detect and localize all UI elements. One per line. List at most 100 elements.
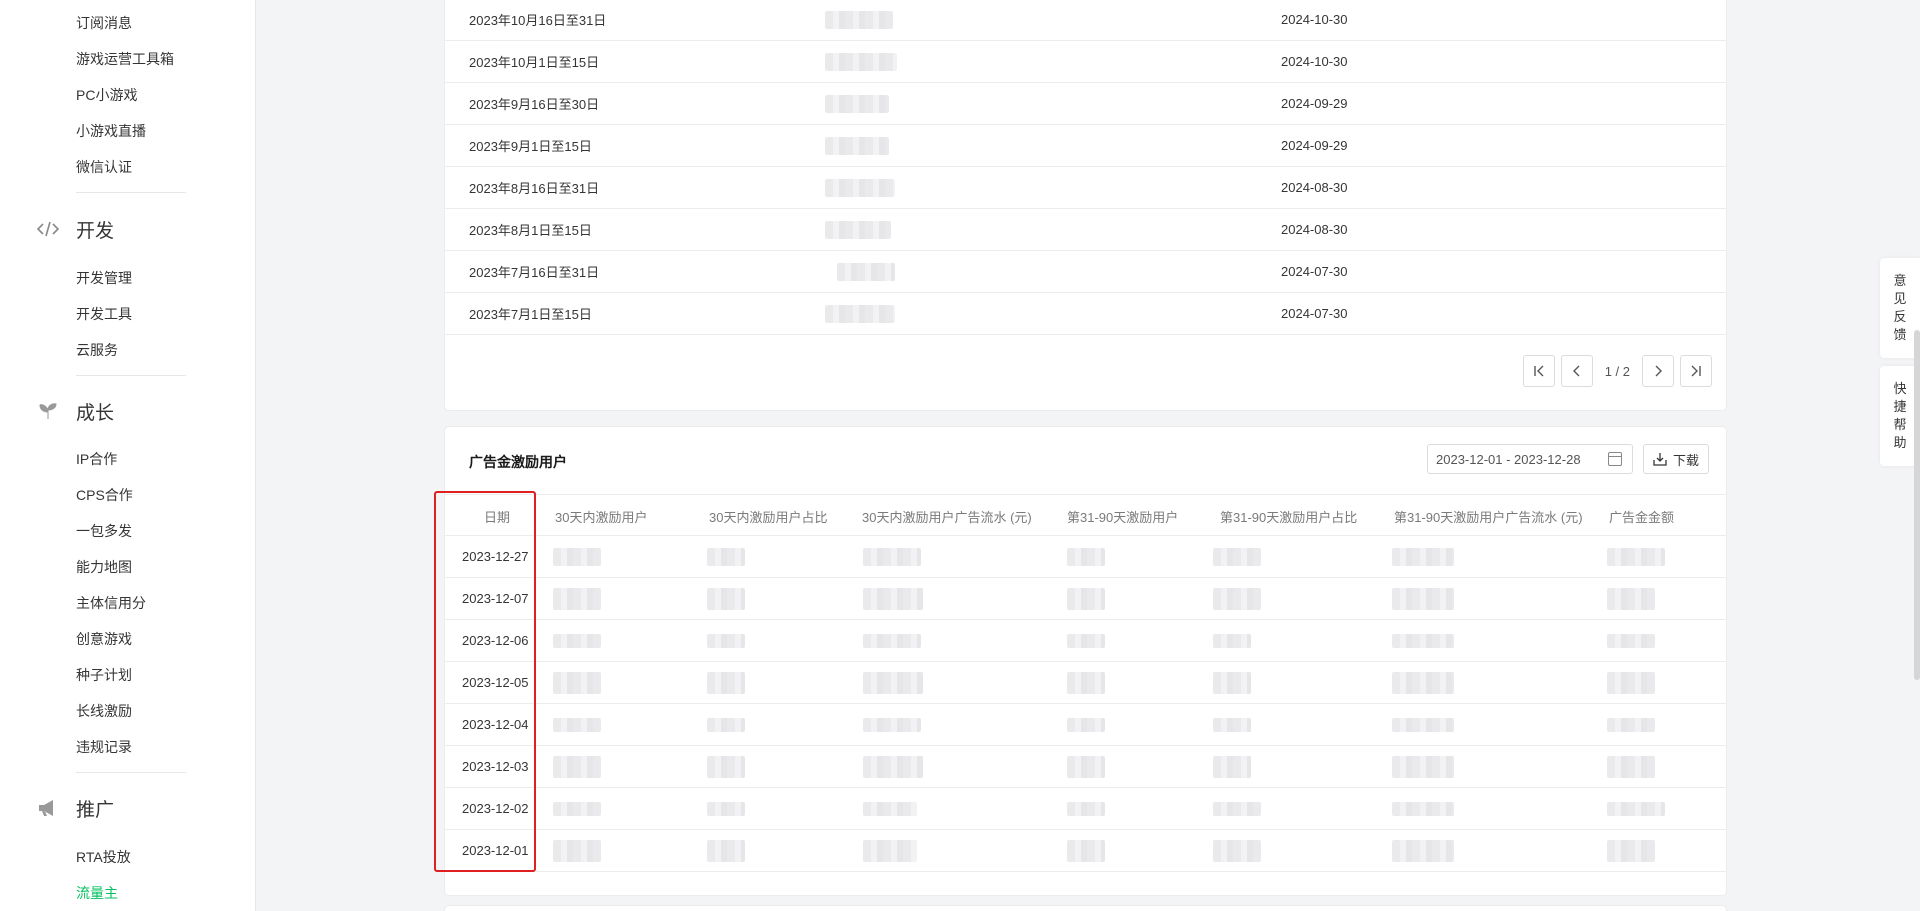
table-row: 2023年8月1日至15日 2024-08-30 — [445, 209, 1726, 251]
date-cell: 2024-09-29 — [1281, 138, 1348, 153]
table-header: 日期 30天内激励用户 30天内激励用户占比 30天内激励用户广告流水 (元) … — [445, 494, 1726, 536]
redacted-cell — [553, 802, 601, 816]
redacted-cell — [825, 10, 893, 29]
scrollbar[interactable] — [1914, 330, 1920, 680]
pagination: 1 / 2 — [1522, 355, 1712, 387]
redacted-cell — [1067, 802, 1105, 816]
redacted-cell — [1392, 802, 1454, 816]
redacted-cell — [707, 548, 745, 566]
redacted-cell — [1392, 672, 1454, 694]
redacted-cell — [863, 548, 921, 566]
redacted-cell — [1392, 634, 1454, 648]
sidebar-item-ip[interactable]: IP合作 — [76, 449, 117, 469]
sidebar-item-traffic-owner[interactable]: 流量主 — [76, 883, 118, 903]
redacted-cell — [1392, 588, 1454, 610]
redacted-cell — [863, 588, 923, 610]
sidebar-item-minigame-live[interactable]: 小游戏直播 — [76, 121, 146, 141]
download-button[interactable]: 下载 — [1643, 444, 1709, 474]
prev-page-button[interactable] — [1560, 355, 1593, 387]
redacted-cell — [707, 802, 745, 816]
nav-group-label: 成长 — [76, 402, 115, 424]
redacted-cell — [1213, 672, 1251, 694]
first-page-icon — [1534, 365, 1544, 377]
redacted-cell — [1607, 756, 1655, 778]
redacted-cell — [825, 136, 889, 155]
period-cell: 2023年8月16日至31日 — [469, 181, 600, 196]
nav-group-dev[interactable]: 开发 — [36, 215, 114, 243]
sidebar-item-dev-tools[interactable]: 开发工具 — [76, 304, 132, 324]
redacted-cell — [1607, 840, 1655, 862]
megaphone-icon — [36, 796, 60, 820]
redacted-cell — [1607, 718, 1655, 732]
date-cell: 2023-12-05 — [462, 675, 529, 690]
feedback-char: 见 — [1893, 291, 1907, 306]
sidebar: 订阅消息 游戏运营工具箱 PC小游戏 小游戏直播 微信认证 开发 开发管理 开发… — [0, 0, 256, 911]
table-row: 2023年9月1日至15日 2024-09-29 — [445, 125, 1726, 167]
first-page-button[interactable] — [1522, 355, 1555, 387]
col-30d-revenue: 30天内激励用户广告流水 (元) — [862, 510, 1032, 525]
redacted-cell — [1392, 548, 1454, 566]
incentive-card: 广告金激励用户 2023-12-01 - 2023-12-28 下载 日期 30… — [445, 427, 1726, 895]
date-cell: 2023-12-27 — [462, 549, 529, 564]
next-page-button[interactable] — [1642, 355, 1674, 387]
redacted-cell — [1607, 634, 1655, 648]
sidebar-item-pc-minigame[interactable]: PC小游戏 — [76, 85, 137, 105]
table-row: 2023年7月1日至15日 2024-07-30 — [445, 293, 1726, 335]
sidebar-item-credit-score[interactable]: 主体信用分 — [76, 593, 146, 613]
divider — [76, 192, 186, 193]
sidebar-item-long-incentive[interactable]: 长线激励 — [76, 701, 132, 721]
redacted-cell — [863, 756, 923, 778]
sidebar-item-wechat-verify[interactable]: 微信认证 — [76, 157, 132, 177]
chevron-right-icon — [1655, 365, 1662, 377]
period-cell: 2023年10月16日至31日 — [469, 13, 607, 28]
date-range-picker[interactable]: 2023-12-01 - 2023-12-28 — [1427, 444, 1633, 474]
sidebar-item-subscribe-msg[interactable]: 订阅消息 — [76, 13, 132, 33]
help-char: 助 — [1893, 435, 1907, 450]
redacted-cell — [553, 634, 601, 648]
sidebar-item-multi-publish[interactable]: 一包多发 — [76, 521, 132, 541]
sidebar-item-violation[interactable]: 违规记录 — [76, 737, 132, 757]
redacted-cell — [707, 672, 745, 694]
redacted-cell — [1067, 548, 1105, 566]
redacted-cell — [1067, 634, 1105, 648]
card-title: 广告金激励用户 — [469, 454, 567, 470]
redacted-cell — [1067, 588, 1105, 610]
sidebar-item-cloud[interactable]: 云服务 — [76, 340, 118, 360]
last-page-button[interactable] — [1680, 355, 1712, 387]
code-icon — [36, 217, 60, 241]
calendar-icon — [1608, 452, 1622, 466]
date-cell: 2023-12-04 — [462, 717, 529, 732]
col-30d-users: 30天内激励用户 — [555, 510, 648, 525]
sidebar-item-creative-game[interactable]: 创意游戏 — [76, 629, 132, 649]
table-row: 2023-12-05 — [445, 662, 1726, 704]
redacted-cell — [1607, 672, 1655, 694]
redacted-cell — [1213, 802, 1261, 816]
help-char: 捷 — [1893, 399, 1907, 414]
next-card — [445, 906, 1726, 911]
period-cell: 2023年9月16日至30日 — [469, 97, 600, 112]
col-31-90-ratio: 第31-90天激励用户占比 — [1220, 510, 1358, 525]
feedback-char: 反 — [1893, 309, 1907, 324]
redacted-cell — [837, 262, 895, 281]
nav-group-promo[interactable]: 推广 — [36, 794, 114, 822]
table-row: 2023-12-01 — [445, 830, 1726, 872]
sidebar-item-rta[interactable]: RTA投放 — [76, 847, 131, 867]
date-cell: 2023-12-01 — [462, 843, 529, 858]
table-row: 2023年10月16日至31日 2024-10-30 — [445, 0, 1726, 41]
redacted-cell — [863, 634, 921, 648]
sidebar-item-seed-plan[interactable]: 种子计划 — [76, 665, 132, 685]
redacted-cell — [1392, 756, 1454, 778]
sidebar-item-cps[interactable]: CPS合作 — [76, 485, 133, 505]
nav-group-label: 推广 — [76, 799, 115, 821]
redacted-cell — [553, 756, 601, 778]
sidebar-item-capability-map[interactable]: 能力地图 — [76, 557, 132, 577]
nav-group-growth[interactable]: 成长 — [36, 397, 114, 425]
sidebar-item-dev-manage[interactable]: 开发管理 — [76, 268, 132, 288]
redacted-cell — [553, 672, 601, 694]
sidebar-item-game-ops-toolbox[interactable]: 游戏运营工具箱 — [76, 49, 174, 69]
redacted-cell — [707, 840, 745, 862]
redacted-cell — [1067, 672, 1105, 694]
download-icon — [1653, 453, 1667, 466]
redacted-cell — [553, 588, 601, 610]
redacted-cell — [825, 304, 895, 323]
